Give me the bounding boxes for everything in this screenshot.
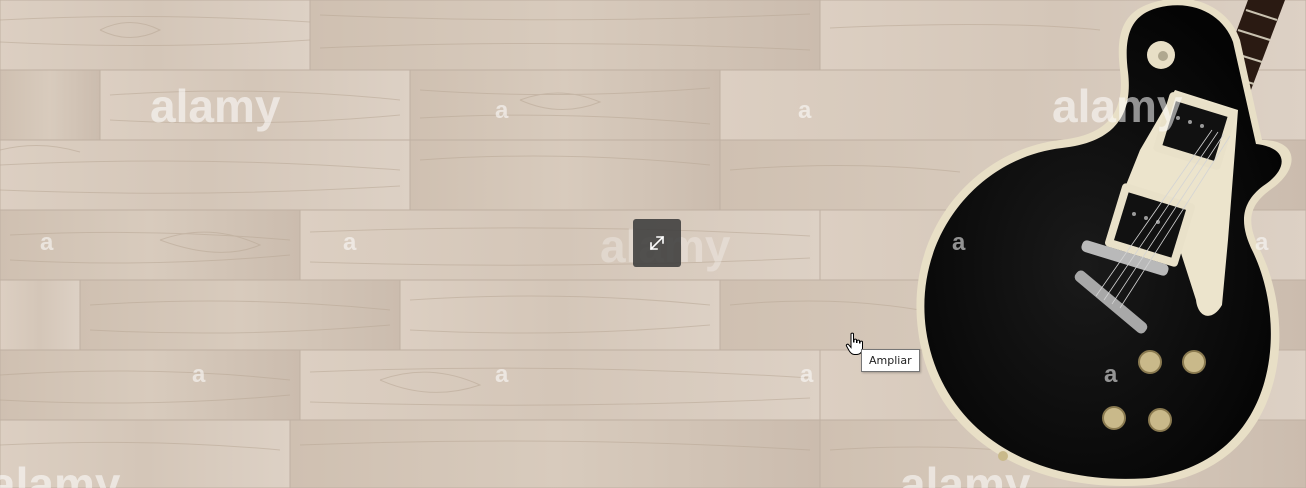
watermark-mark: a: [495, 97, 509, 124]
watermark-large: alamy: [1052, 80, 1183, 132]
watermark-mark: a: [1104, 361, 1118, 388]
watermark-mark: a: [343, 229, 357, 256]
watermark-large: alamy: [900, 458, 1031, 488]
image-viewer: alamy alamy alamy alamy alamy a a a a a …: [0, 0, 1306, 488]
watermark-large: alamy: [0, 458, 121, 488]
watermark-mark: a: [952, 229, 966, 256]
watermark-mark: a: [800, 361, 814, 388]
watermark-large: alamy: [150, 80, 281, 132]
expand-icon: [649, 235, 665, 251]
tooltip: Ampliar: [861, 349, 920, 372]
watermark-mark: a: [495, 361, 509, 388]
tooltip-text: Ampliar: [869, 354, 912, 367]
watermark-mark: a: [192, 361, 206, 388]
expand-image-button[interactable]: [633, 219, 681, 267]
watermark-mark: a: [798, 97, 812, 124]
watermark-mark: a: [1255, 229, 1269, 256]
watermark-mark: a: [40, 229, 54, 256]
